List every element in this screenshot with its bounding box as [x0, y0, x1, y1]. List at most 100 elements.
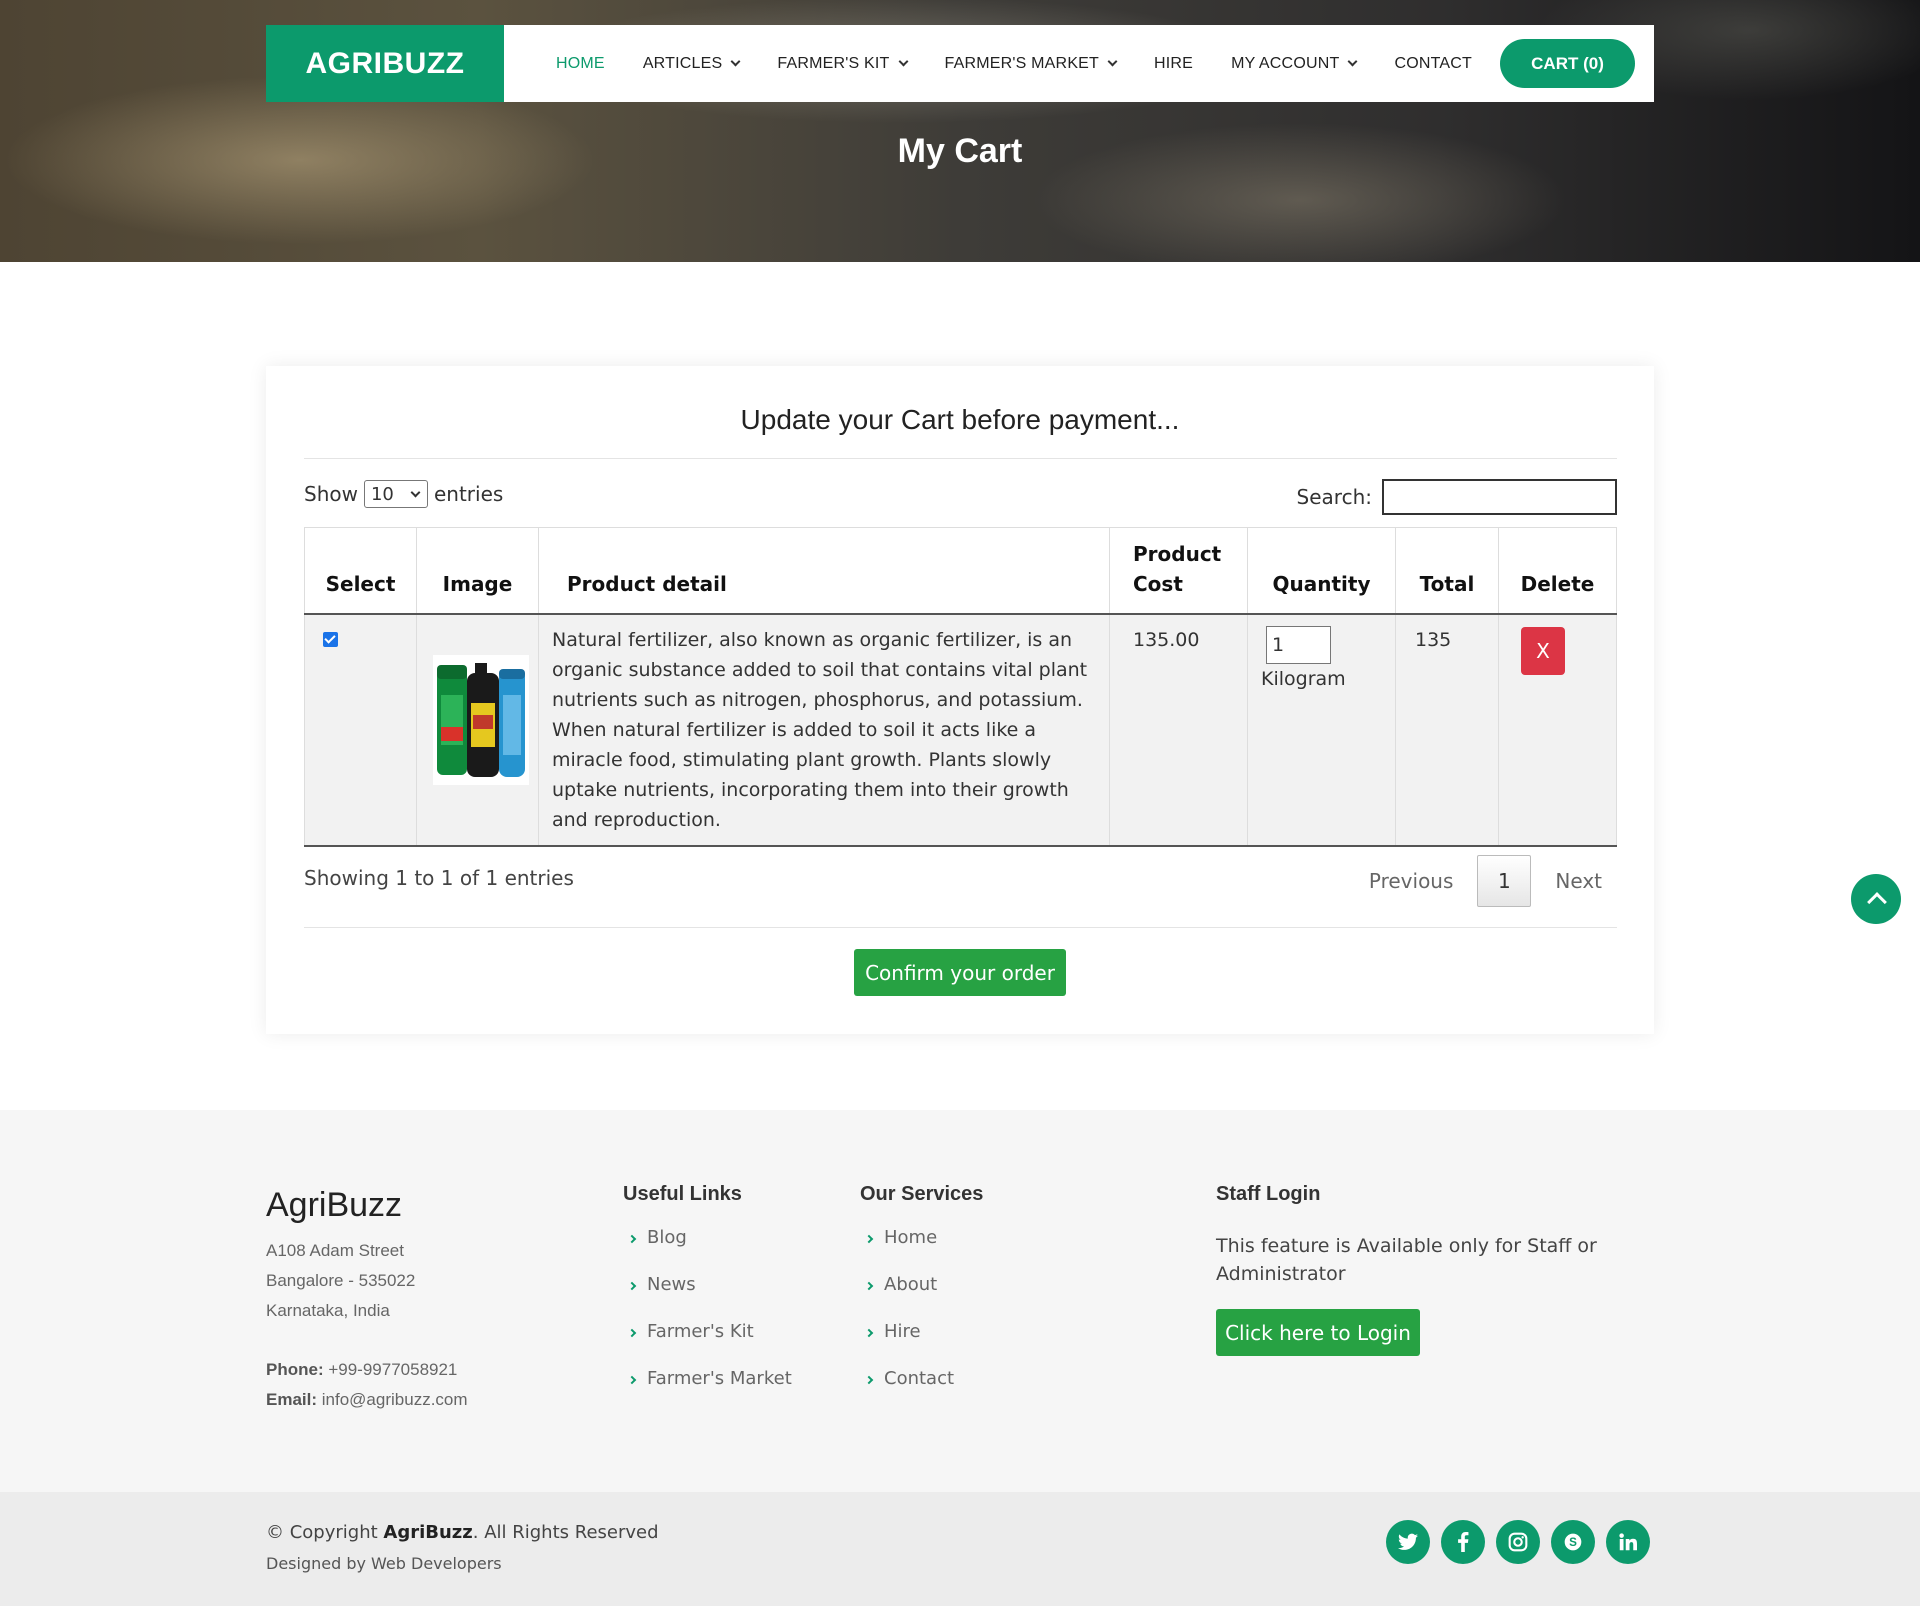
nav-articles[interactable]: ARTICLES [642, 54, 741, 73]
select-cell [304, 613, 417, 847]
chevron-right-icon [627, 1234, 637, 1244]
skype-icon[interactable]: S [1551, 1520, 1595, 1564]
page-1-button[interactable]: 1 [1477, 855, 1532, 907]
chevron-down-icon [1107, 56, 1118, 66]
select-checkbox[interactable] [323, 631, 338, 647]
search-input[interactable] [1382, 479, 1617, 515]
column-header-product-detail[interactable]: Product detail [538, 527, 1110, 615]
svg-text:S: S [1569, 1536, 1577, 1549]
link-label: Hire [884, 1321, 921, 1342]
footer-link-farmers-market[interactable]: Farmer's Market [623, 1368, 792, 1415]
staff-login-button[interactable]: Click here to Login [1216, 1309, 1420, 1356]
useful-links-title: Useful Links [623, 1183, 742, 1205]
cart-table: Select Image Product detail Product Cost… [304, 527, 1617, 847]
entries-select-value: 10 [370, 483, 394, 505]
next-button[interactable]: Next [1555, 869, 1602, 893]
cart-card: Update your Cart before payment... Show … [266, 366, 1654, 1034]
table-info: Showing 1 to 1 of 1 entries [304, 866, 574, 890]
nav-my-account-label: MY ACCOUNT [1231, 54, 1340, 72]
staff-login-text: This feature is Available only for Staff… [1216, 1235, 1597, 1285]
link-label: Blog [647, 1227, 687, 1248]
nav-my-account[interactable]: MY ACCOUNT [1231, 54, 1358, 73]
link-label: Home [884, 1227, 938, 1248]
chevron-down-icon [730, 56, 741, 66]
link-label: Contact [884, 1368, 955, 1389]
facebook-icon[interactable] [1441, 1520, 1485, 1564]
footer-address: A108 Adam Street Bangalore - 535022 Karn… [266, 1236, 415, 1326]
phone-label: Phone: [266, 1360, 324, 1379]
column-header-product-cost[interactable]: Product Cost [1109, 527, 1248, 615]
cart-button[interactable]: CART (0) [1500, 39, 1635, 88]
footer-link-blog[interactable]: Blog [623, 1227, 792, 1274]
hero-banner: AGRIBUZZ HOME ARTICLES FARMER'S KIT FARM… [0, 0, 1920, 262]
footer-link-news[interactable]: News [623, 1274, 792, 1321]
column-header-image[interactable]: Image [416, 527, 539, 615]
cart-heading: Update your Cart before payment... [740, 404, 1180, 435]
copyright-brand: AgriBuzz [383, 1522, 473, 1543]
linkedin-icon[interactable] [1606, 1520, 1650, 1564]
nav-farmers-market[interactable]: FARMER'S MARKET [944, 54, 1118, 73]
quantity-input[interactable]: 1 [1266, 625, 1331, 664]
footer-link-home[interactable]: Home [860, 1227, 954, 1274]
divider [304, 927, 1617, 928]
chevron-down-icon [1348, 56, 1358, 66]
nav-contact-label: CONTACT [1394, 54, 1472, 72]
confirm-order-button[interactable]: Confirm your order [854, 949, 1066, 996]
product-cost: 135.00 [1109, 613, 1248, 847]
table-row: Natural fertilizer, also known as organi… [304, 613, 1617, 847]
pagination: Previous 1 Next [1369, 855, 1602, 907]
nav-hire[interactable]: HIRE [1154, 55, 1193, 73]
divider [304, 458, 1617, 459]
delete-button[interactable]: X [1521, 626, 1565, 675]
column-header-delete[interactable]: Delete [1498, 527, 1617, 615]
link-label: Farmer's Kit [647, 1321, 754, 1342]
staff-login-title: Staff Login [1216, 1183, 1321, 1205]
footer-link-hire[interactable]: Hire [860, 1321, 954, 1368]
nav-articles-label: ARTICLES [642, 54, 723, 72]
useful-links-list: Blog News Farmer's Kit Farmer's Market [623, 1227, 792, 1415]
email-label: Email: [266, 1390, 318, 1409]
copyright: © Copyright AgriBuzz. All Rights Reserve… [266, 1522, 659, 1543]
footer-link-contact[interactable]: Contact [860, 1368, 954, 1415]
nav-farmers-market-label: FARMER'S MARKET [944, 54, 1100, 72]
scroll-to-top-button[interactable] [1851, 874, 1901, 924]
show-label: Show [304, 482, 358, 506]
nav-farmers-kit[interactable]: FARMER'S KIT [777, 54, 908, 73]
nav-contact[interactable]: CONTACT [1394, 55, 1472, 73]
email-value[interactable]: info@agribuzz.com [322, 1390, 468, 1409]
twitter-icon[interactable] [1386, 1520, 1430, 1564]
navbar: AGRIBUZZ HOME ARTICLES FARMER'S KIT FARM… [266, 25, 1654, 102]
site-logo[interactable]: AGRIBUZZ [266, 25, 504, 102]
product-detail-cell: Natural fertilizer, also known as organi… [538, 613, 1110, 847]
row-total: 135 [1395, 613, 1499, 847]
nav-home[interactable]: HOME [556, 55, 605, 73]
footer-link-about[interactable]: About [860, 1274, 954, 1321]
chevron-right-icon [864, 1328, 874, 1338]
footer: AgriBuzz A108 Adam Street Bangalore - 53… [0, 1110, 1920, 1492]
entries-select[interactable]: 10 [363, 480, 428, 508]
footer-link-farmers-kit[interactable]: Farmer's Kit [623, 1321, 792, 1368]
quantity-unit: Kilogram [1261, 667, 1346, 690]
column-header-select[interactable]: Select [304, 527, 417, 615]
chevron-right-icon [627, 1375, 637, 1385]
nav-farmers-kit-label: FARMER'S KIT [777, 54, 890, 72]
previous-button[interactable]: Previous [1369, 869, 1454, 893]
search-label: Search: [1296, 485, 1372, 509]
address-line: Karnataka, India [266, 1301, 390, 1320]
chevron-right-icon [864, 1234, 874, 1244]
nav-home-label: HOME [556, 54, 605, 72]
nav-hire-label: HIRE [1154, 54, 1194, 72]
address-line: A108 Adam Street [266, 1241, 404, 1260]
chevron-right-icon [864, 1281, 874, 1291]
chevron-right-icon [627, 1328, 637, 1338]
instagram-icon[interactable] [1496, 1520, 1540, 1564]
designed-by: Designed by Web Developers [266, 1554, 502, 1573]
phone-value: +99-9977058921 [328, 1360, 458, 1379]
column-header-quantity[interactable]: Quantity [1247, 527, 1396, 615]
footer-brand: AgriBuzz [266, 1186, 403, 1224]
chevron-right-icon [864, 1375, 874, 1385]
address-line: Bangalore - 535022 [266, 1271, 416, 1290]
column-header-total[interactable]: Total [1395, 527, 1499, 615]
product-description: Natural fertilizer, also known as organi… [552, 628, 1088, 831]
main-nav: HOME ARTICLES FARMER'S KIT FARMER'S MARK… [556, 25, 1510, 102]
